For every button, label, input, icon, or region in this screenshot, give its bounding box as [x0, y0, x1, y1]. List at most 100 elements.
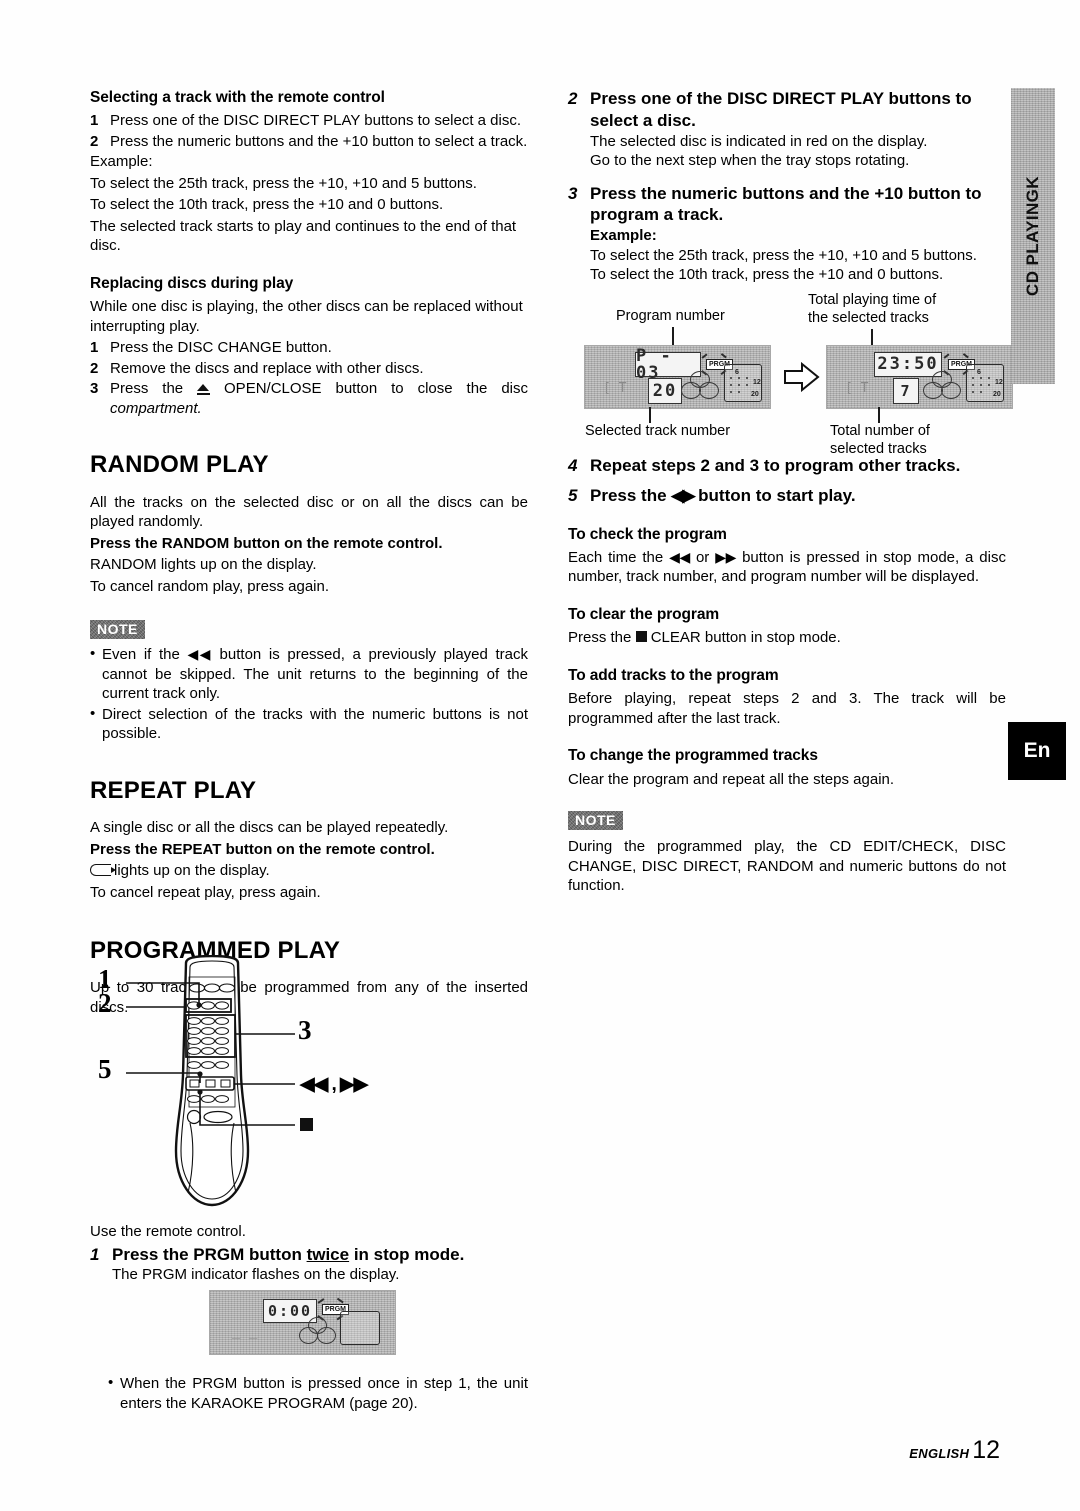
- step-number: 5: [568, 485, 578, 505]
- fast-forward-icon: ▶▶: [715, 548, 738, 565]
- step-line: Go to the next step when the tray stops …: [590, 152, 910, 169]
- ff-rw-icon-label: ◀◀ , ▶▶: [300, 1074, 368, 1095]
- step-subnote: The PRGM indicator flashes on the displa…: [112, 1266, 400, 1284]
- stop-icon: [300, 1118, 313, 1131]
- karaoke-note-item: When the PRGM button is pressed once in …: [108, 1373, 528, 1413]
- document-page: Selecting a track with the remote contro…: [0, 0, 1080, 1511]
- check-text-mid: or: [690, 548, 716, 566]
- matrix-dot: [980, 384, 982, 386]
- note-badge: NOTE: [568, 811, 623, 830]
- disc-ring-icon: [317, 1327, 336, 1344]
- matrix-dot: [972, 391, 974, 393]
- disc-ring-icon: [941, 382, 961, 399]
- repeat-line-3: To cancel repeat play, press again.: [90, 883, 321, 901]
- step-5: 5 Press the ◀▶ button to start play.: [568, 485, 1006, 507]
- example-line: To select the 25th track, press the +10,…: [90, 174, 477, 192]
- lcd-right-display: 23:50 7 PRGM 6 12 20 [ T: [826, 345, 1013, 409]
- left-column: Selecting a track with the remote contro…: [90, 88, 528, 1019]
- disc-ring-icon: [681, 382, 701, 399]
- eject-icon: [197, 383, 211, 396]
- step-number: 2: [568, 89, 578, 108]
- side-tab-label: CD PLAYINGK: [1023, 176, 1042, 296]
- step-body: Press the numeric buttons and the +10 bu…: [590, 183, 1006, 285]
- lcd-faint-segments: _ _: [232, 1323, 258, 1339]
- list-item: 2 Remove the discs and replace with othe…: [90, 359, 528, 379]
- left-column-lower: Use the remote control. 1 Press the PRGM…: [90, 1222, 528, 1293]
- matrix-dot: [746, 384, 748, 386]
- step-1: 1 Press the PRGM button twice in stop mo…: [90, 1244, 528, 1285]
- step-title: Repeat steps 2 and 3 to program other tr…: [590, 456, 961, 475]
- label-total-number-tracks: Total number of selected tracks: [830, 423, 930, 457]
- list-text: Press one of the DISC DIRECT PLAY button…: [110, 112, 522, 130]
- leader-line: [871, 329, 873, 345]
- repeat-glyph-line: lights up on the display.: [90, 861, 528, 881]
- step-body: Press the ◀▶ button to start play.: [590, 485, 1006, 507]
- flash-ray-icon: [962, 353, 969, 359]
- check-text-a: Each time the: [568, 548, 670, 566]
- flash-ray-icon: [317, 1298, 325, 1304]
- step-title-a: Press the: [590, 485, 672, 505]
- example-label: Example:: [90, 153, 153, 171]
- matrix-dot: [730, 391, 732, 393]
- flash-ray-icon: [336, 1298, 344, 1304]
- flash-ray-icon: [720, 353, 727, 359]
- open-close-text-before: Press the: [110, 380, 198, 398]
- list-text: Remove the discs and replace with other …: [110, 359, 424, 377]
- random-bold-instruction: Press the RANDOM button on the remote co…: [90, 534, 443, 552]
- step-line: The selected disc is indicated in red on…: [590, 132, 928, 150]
- step-2: 2 Press one of the DISC DIRECT PLAY butt…: [568, 88, 1006, 171]
- check-program-text: Each time the ◀◀ or ▶▶ button is pressed…: [568, 548, 1006, 587]
- program-display-diagram: Program number Total playing time of the…: [568, 292, 1013, 457]
- replacing-intro: While one disc is playing, the other dis…: [90, 298, 523, 335]
- note-text: During the programmed play, the CD EDIT/…: [568, 838, 1006, 894]
- list-text: Press the DISC CHANGE button.: [110, 339, 332, 357]
- lcd-total-tracks-value: 7: [893, 378, 919, 404]
- lcd-left-display: P - 03 20 PRGM 6 12 20 [ T: [584, 345, 771, 409]
- list-item: 1 Press one of the DISC DIRECT PLAY butt…: [90, 111, 528, 131]
- step-title: Press the PRGM button twice in stop mode…: [112, 1244, 528, 1266]
- heading-clear-program: To clear the program: [568, 605, 720, 623]
- step-title-a: Press the PRGM button: [112, 1244, 307, 1264]
- change-tracks-text: Clear the program and repeat all the ste…: [568, 770, 895, 788]
- example-line: To select the 10th track, press the +10 …: [90, 196, 444, 214]
- heading-random-play: RANDOM PLAY: [90, 451, 269, 479]
- matrix-dot: [738, 391, 740, 393]
- step-number: 3: [568, 183, 578, 203]
- remote-callout-3: 3: [298, 1015, 312, 1045]
- list-item: 2 Press the numeric buttons and the +10 …: [90, 132, 528, 152]
- lcd-total-time-value: 23:50: [874, 352, 942, 377]
- note-block-random: NOTE Even if the ◀◀ button is pressed, a…: [90, 620, 528, 744]
- step-3: 3 Press the numeric buttons and the +10 …: [568, 183, 1006, 285]
- matrix-dot: [972, 384, 974, 386]
- heading-change-tracks: To change the programmed tracks: [568, 747, 818, 765]
- track-mark-20: 20: [751, 391, 759, 398]
- list-number: 2: [90, 132, 99, 150]
- track-mark-12: 12: [753, 379, 761, 386]
- note-list: Even if the ◀◀ button is pressed, a prev…: [90, 644, 528, 744]
- matrix-dot: [972, 377, 974, 379]
- arrow-right-icon: [784, 362, 820, 392]
- rewind-icon: ◀◀: [187, 646, 214, 663]
- step-title: Press the numeric buttons and the +10 bu…: [590, 183, 982, 225]
- lcd-faint-segments: [ T: [603, 381, 627, 396]
- rewind-icon: ◀◀: [669, 548, 692, 565]
- disc-ring-icon: [923, 382, 943, 399]
- lcd-faint-segments: [ T: [845, 381, 869, 396]
- repeat-intro: A single disc or all the discs can be pl…: [90, 819, 449, 837]
- list-number: 1: [90, 112, 99, 130]
- note-text-before: Even if the: [102, 646, 188, 664]
- random-line-3: To cancel random play, press again.: [90, 577, 330, 595]
- use-remote-text: Use the remote control.: [90, 1223, 246, 1240]
- example-line: The selected track starts to play and co…: [90, 217, 517, 255]
- remote-callout-2: 2: [98, 988, 112, 1018]
- matrix-dot: [980, 377, 982, 379]
- note-item: Even if the ◀◀ button is pressed, a prev…: [90, 644, 528, 704]
- disc-indicator-box: [340, 1311, 380, 1345]
- right-column: 2 Press one of the DISC DIRECT PLAY butt…: [568, 88, 1006, 293]
- matrix-dot: [738, 377, 740, 379]
- label-selected-track-number: Selected track number: [585, 423, 731, 439]
- repeat-bold-instruction: Press the REPEAT button on the remote co…: [90, 840, 435, 858]
- step-line: To select the 25th track, press the +10,…: [590, 246, 977, 264]
- step-title-underlined: twice: [306, 1244, 350, 1264]
- flash-ray-icon: [943, 353, 950, 359]
